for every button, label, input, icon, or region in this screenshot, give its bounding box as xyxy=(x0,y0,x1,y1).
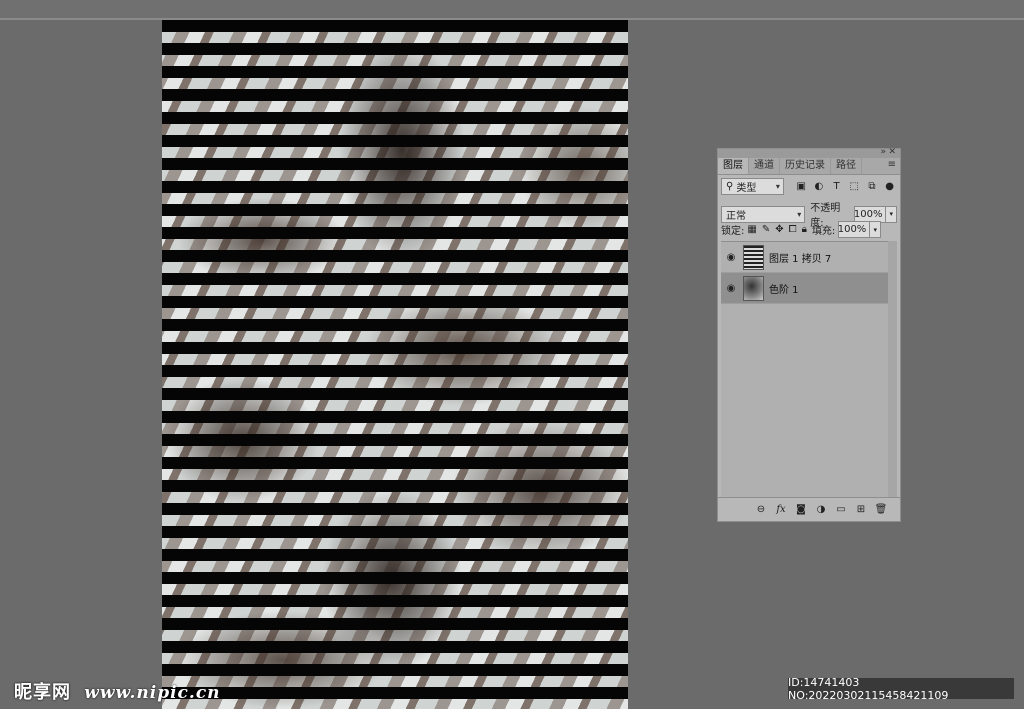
panel-menu-icon[interactable]: ≡ xyxy=(888,159,896,170)
tab-history[interactable]: 历史记录 xyxy=(780,158,831,174)
layers-list: ◉ 图层 1 拷贝 7 ◉ 色阶 1 xyxy=(721,241,889,497)
image-id-label: ID:14741403 NO:20220302115458421109 xyxy=(788,676,1014,702)
adjustment-filter-icon[interactable]: ◐ xyxy=(812,179,827,194)
filter-type-label: 类型 xyxy=(736,183,757,194)
visibility-eye-icon[interactable]: ◉ xyxy=(721,252,741,263)
blend-mode-label: 正常 xyxy=(726,210,746,222)
visibility-eye-icon[interactable]: ◉ xyxy=(721,283,741,294)
layer-thumbnail xyxy=(743,244,764,270)
layer-name[interactable]: 图层 1 拷贝 7 xyxy=(769,250,831,265)
new-adjustment-icon[interactable]: ◑ xyxy=(814,503,828,517)
layer-thumbnail xyxy=(743,275,764,301)
shape-filter-icon[interactable]: ⬚ xyxy=(847,179,862,194)
layers-panel: » ✕ 图层 通道 历史记录 路径 ≡ ⚲ 类型 ▾ ▣ ◐ T ⬚ ⧉ ● 正… xyxy=(717,147,901,522)
collapse-icon[interactable]: » xyxy=(880,147,886,157)
fill-input[interactable]: 100% xyxy=(838,221,871,238)
layer-row[interactable]: ◉ 图层 1 拷贝 7 xyxy=(721,242,889,273)
lock-label: 锁定: xyxy=(721,226,745,237)
lock-position-icon[interactable]: ✥ xyxy=(775,224,783,235)
opacity-chevron-icon[interactable]: ▾ xyxy=(886,205,897,223)
lock-artboard-icon[interactable]: ⧠ xyxy=(789,224,797,235)
fill-label: 填充: xyxy=(811,226,836,237)
blend-mode-dropdown[interactable]: 正常 ▾ xyxy=(721,205,806,223)
panel-title-bar[interactable]: » ✕ xyxy=(718,147,900,158)
lock-transparent-icon[interactable]: ▦ xyxy=(747,224,756,235)
smart-object-filter-icon[interactable]: ⧉ xyxy=(865,179,880,194)
tab-channels[interactable]: 通道 xyxy=(749,158,780,174)
chevron-down-icon: ▾ xyxy=(775,182,780,191)
new-layer-icon[interactable]: ⊞ xyxy=(854,503,868,517)
image-filter-icon[interactable]: ▣ xyxy=(794,179,809,194)
panel-tabs: 图层 通道 历史记录 路径 ≡ xyxy=(718,158,900,175)
tab-paths[interactable]: 路径 xyxy=(831,158,862,174)
new-group-icon[interactable]: ▭ xyxy=(834,503,848,517)
stripe-overlay xyxy=(162,20,628,709)
link-layers-icon[interactable]: ⊖ xyxy=(754,503,768,517)
top-bar xyxy=(0,0,1024,20)
delete-layer-icon[interactable]: 🗑︎ xyxy=(874,503,888,517)
type-filter-icon[interactable]: T xyxy=(829,179,844,194)
filter-type-dropdown[interactable]: ⚲ 类型 ▾ xyxy=(721,178,784,195)
lock-row: 锁定: ▦ ✎ ✥ ⧠ 🔒︎ 填充: 100% ▾ xyxy=(721,221,897,238)
layers-scrollbar[interactable] xyxy=(888,241,897,497)
watermark: 昵享网 www.nipic.cn xyxy=(14,678,221,704)
filter-row: ⚲ 类型 ▾ ▣ ◐ T ⬚ ⧉ ● xyxy=(721,178,897,195)
opacity-input[interactable]: 100% xyxy=(854,205,887,223)
panel-bottom-toolbar: ⊖ fx ◙ ◑ ▭ ⊞ 🗑︎ xyxy=(718,497,900,521)
layer-name[interactable]: 色阶 1 xyxy=(769,281,799,296)
chevron-down-icon: ▾ xyxy=(797,209,802,219)
watermark-url: www.nipic.cn xyxy=(84,683,221,703)
search-icon: ⚲ xyxy=(726,181,734,192)
layer-row-selected[interactable]: ◉ 色阶 1 xyxy=(721,273,889,304)
lock-all-icon[interactable]: 🔒︎ xyxy=(802,224,807,235)
close-icon[interactable]: ✕ xyxy=(888,147,896,157)
add-mask-icon[interactable]: ◙ xyxy=(794,503,808,517)
lock-pixels-icon[interactable]: ✎ xyxy=(762,224,770,235)
fx-icon[interactable]: fx xyxy=(774,503,788,517)
watermark-brand: 昵享网 xyxy=(14,682,71,703)
tab-layers[interactable]: 图层 xyxy=(718,158,749,174)
fill-chevron-icon[interactable]: ▾ xyxy=(870,221,882,238)
filter-toggle-icon[interactable]: ● xyxy=(882,179,897,194)
document-canvas[interactable] xyxy=(162,20,628,709)
